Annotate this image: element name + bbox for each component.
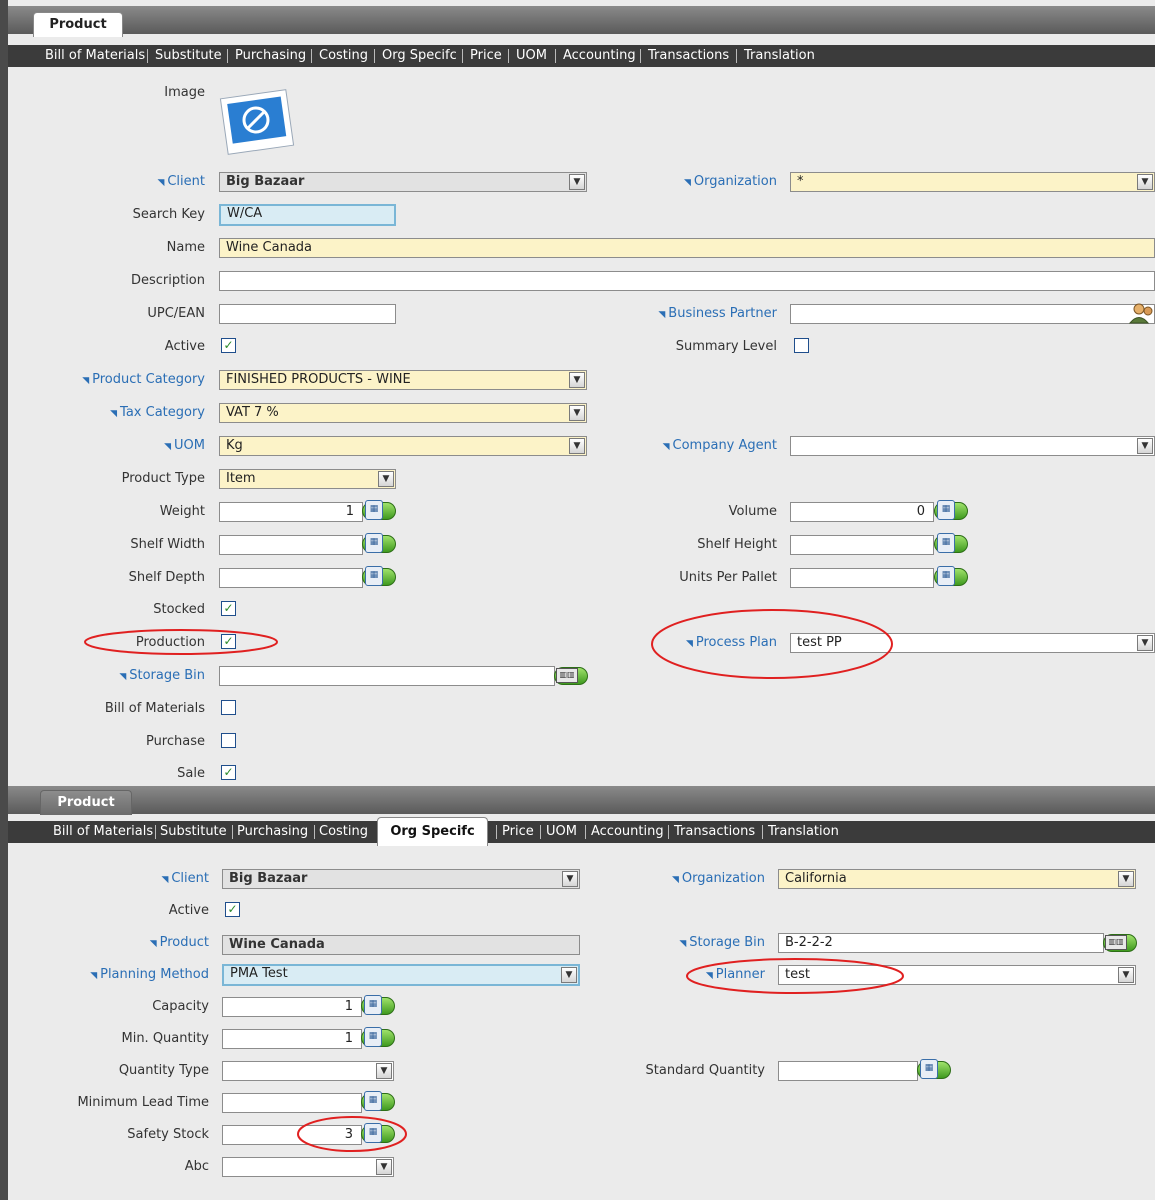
annotation-overlay — [297, 958, 904, 1152]
production-highlight-ellipse — [84, 629, 278, 655]
product-panel-main: Product Bill of Materials Substitute Pur… — [0, 0, 1155, 782]
process-plan-highlight-ellipse — [651, 609, 893, 679]
product-panel-org-specific: Product Bill of Materials Substitute Pur… — [0, 782, 1155, 1200]
annotation-overlay — [84, 609, 893, 679]
planner-highlight-ellipse — [686, 958, 904, 994]
safety-stock-highlight-ellipse — [297, 1116, 407, 1152]
